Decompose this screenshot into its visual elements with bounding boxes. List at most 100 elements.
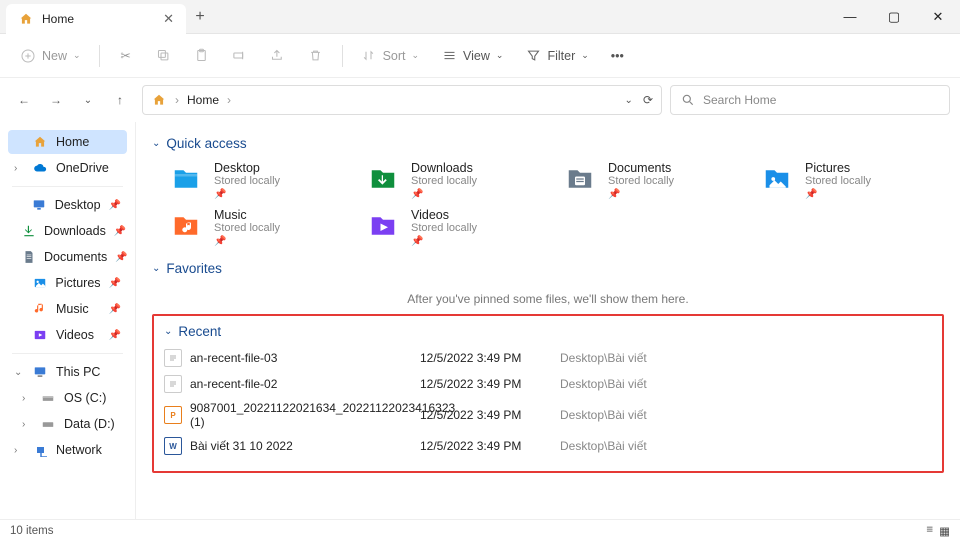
qa-sub: Stored locally — [411, 222, 477, 234]
folder-icon — [759, 161, 795, 197]
cut-button[interactable]: ✂ — [108, 43, 144, 69]
divider — [342, 45, 343, 67]
qa-sub: Stored locally — [411, 175, 477, 187]
file-name: an-recent-file-03 — [190, 351, 420, 365]
up-button[interactable]: ↑ — [106, 86, 134, 114]
search-icon — [681, 93, 695, 107]
plus-circle-icon — [20, 48, 36, 64]
chevron-down-icon: ⌄ — [152, 263, 160, 274]
more-button[interactable]: ••• — [601, 44, 634, 68]
sidebar-item-osc[interactable]: › OS (C:) — [8, 386, 127, 410]
recent-file-row[interactable]: WBài viết 31 10 202212/5/2022 3:49 PMDes… — [164, 433, 932, 459]
new-tab-button[interactable]: + — [186, 8, 214, 26]
refresh-button[interactable]: ⟳ — [643, 93, 653, 107]
title-bar: Home ✕ + — ▢ ✕ — [0, 0, 960, 34]
favorites-empty-text: After you've pinned some files, we'll sh… — [152, 292, 944, 306]
file-date: 12/5/2022 3:49 PM — [420, 439, 560, 453]
file-name: an-recent-file-02 — [190, 377, 420, 391]
recent-section-highlight: ⌄ Recent an-recent-file-0312/5/2022 3:49… — [152, 314, 944, 473]
sidebar-item-documents[interactable]: Documents 📌 — [8, 245, 127, 269]
sidebar-item-network[interactable]: › Network — [8, 438, 127, 462]
sidebar-item-desktop[interactable]: Desktop 📌 — [8, 193, 127, 217]
chevron-down-icon[interactable]: ⌄ — [625, 95, 633, 106]
breadcrumb-location[interactable]: Home — [187, 93, 219, 107]
quick-access-item[interactable]: VideosStored locally📌 — [365, 208, 550, 247]
divider — [12, 186, 123, 187]
pin-icon: 📌 — [109, 278, 121, 289]
close-window-button[interactable]: ✕ — [916, 0, 960, 34]
qa-name: Videos — [411, 208, 477, 222]
copy-button[interactable] — [146, 43, 182, 69]
sidebar-item-downloads[interactable]: Downloads 📌 — [8, 219, 127, 243]
new-button[interactable]: New ⌄ — [10, 43, 91, 69]
expand-icon[interactable]: › — [14, 445, 24, 456]
filter-button[interactable]: Filter ⌄ — [515, 43, 598, 69]
view-icon — [441, 48, 457, 64]
nav-bar: ← → ⌄ ↑ › Home › ⌄ ⟳ Search Home — [0, 78, 960, 122]
recent-locations-button[interactable]: ⌄ — [74, 86, 102, 114]
file-location: Desktop\Bài viết — [560, 351, 932, 365]
file-date: 12/5/2022 3:49 PM — [420, 351, 560, 365]
search-box[interactable]: Search Home — [670, 85, 950, 115]
sidebar-item-music[interactable]: Music 📌 — [8, 297, 127, 321]
window-controls: — ▢ ✕ — [828, 0, 960, 34]
cloud-icon — [32, 160, 48, 176]
file-type-icon — [164, 375, 190, 393]
quick-access-item[interactable]: MusicStored locally📌 — [168, 208, 353, 247]
toolbar: New ⌄ ✂ Sort ⌄ View ⌄ Filter ⌄ ••• — [0, 34, 960, 78]
sidebar-item-onedrive[interactable]: › OneDrive — [8, 156, 127, 180]
recent-file-row[interactable]: an-recent-file-0312/5/2022 3:49 PMDeskto… — [164, 345, 932, 371]
share-button[interactable] — [260, 43, 296, 69]
expand-icon[interactable]: ⌄ — [14, 367, 24, 378]
file-location: Desktop\Bài viết — [560, 439, 932, 453]
maximize-button[interactable]: ▢ — [872, 0, 916, 34]
sidebar-item-datad[interactable]: › Data (D:) — [8, 412, 127, 436]
sidebar-item-home[interactable]: Home — [8, 130, 127, 154]
pin-icon: 📌 — [608, 189, 674, 200]
rename-button[interactable] — [222, 43, 258, 69]
status-item-count: 10 items — [10, 525, 53, 537]
qa-name: Desktop — [214, 161, 280, 175]
close-tab-icon[interactable]: ✕ — [163, 11, 174, 27]
sort-button[interactable]: Sort ⌄ — [351, 43, 429, 69]
paste-button[interactable] — [184, 43, 220, 69]
folder-icon — [168, 161, 204, 197]
recent-file-row[interactable]: an-recent-file-0212/5/2022 3:49 PMDeskto… — [164, 371, 932, 397]
main-content: ⌄ Quick access DesktopStored locally📌Dow… — [136, 122, 960, 520]
section-recent[interactable]: ⌄ Recent — [164, 324, 932, 339]
picture-icon — [32, 275, 48, 291]
sidebar-item-videos[interactable]: Videos 📌 — [8, 323, 127, 347]
rename-icon — [232, 48, 248, 64]
network-icon — [32, 442, 48, 458]
section-quick-access[interactable]: ⌄ Quick access — [152, 136, 944, 151]
address-bar[interactable]: › Home › ⌄ ⟳ — [142, 85, 662, 115]
tab-title: Home — [42, 12, 74, 26]
quick-access-item[interactable]: DesktopStored locally📌 — [168, 161, 353, 200]
file-date: 12/5/2022 3:49 PM — [420, 377, 560, 391]
quick-access-item[interactable]: DocumentsStored locally📌 — [562, 161, 747, 200]
section-favorites[interactable]: ⌄ Favorites — [152, 261, 944, 276]
expand-icon[interactable]: › — [22, 419, 32, 430]
delete-button[interactable] — [298, 43, 334, 69]
document-icon — [22, 249, 36, 265]
recent-file-row[interactable]: P9087001_20221122021634_2022112202341632… — [164, 397, 932, 433]
expand-icon[interactable]: › — [22, 393, 32, 404]
view-button[interactable]: View ⌄ — [431, 43, 513, 69]
quick-access-item[interactable]: DownloadsStored locally📌 — [365, 161, 550, 200]
expand-icon[interactable]: › — [14, 163, 24, 174]
file-name: Bài viết 31 10 2022 — [190, 439, 420, 453]
minimize-button[interactable]: — — [828, 0, 872, 34]
thumbnails-view-button[interactable]: ▦ — [939, 524, 950, 538]
window-tab[interactable]: Home ✕ — [6, 4, 186, 34]
forward-button[interactable]: → — [42, 86, 70, 114]
quick-access-item[interactable]: PicturesStored locally📌 — [759, 161, 944, 200]
share-icon — [270, 48, 286, 64]
pc-icon — [32, 364, 48, 380]
chevron-down-icon: ⌄ — [164, 326, 172, 337]
back-button[interactable]: ← — [10, 86, 38, 114]
sidebar-item-pictures[interactable]: Pictures 📌 — [8, 271, 127, 295]
sidebar-item-thispc[interactable]: ⌄ This PC — [8, 360, 127, 384]
qa-sub: Stored locally — [214, 222, 280, 234]
file-type-icon: P — [164, 406, 190, 424]
details-view-button[interactable]: ≡ — [926, 524, 933, 538]
